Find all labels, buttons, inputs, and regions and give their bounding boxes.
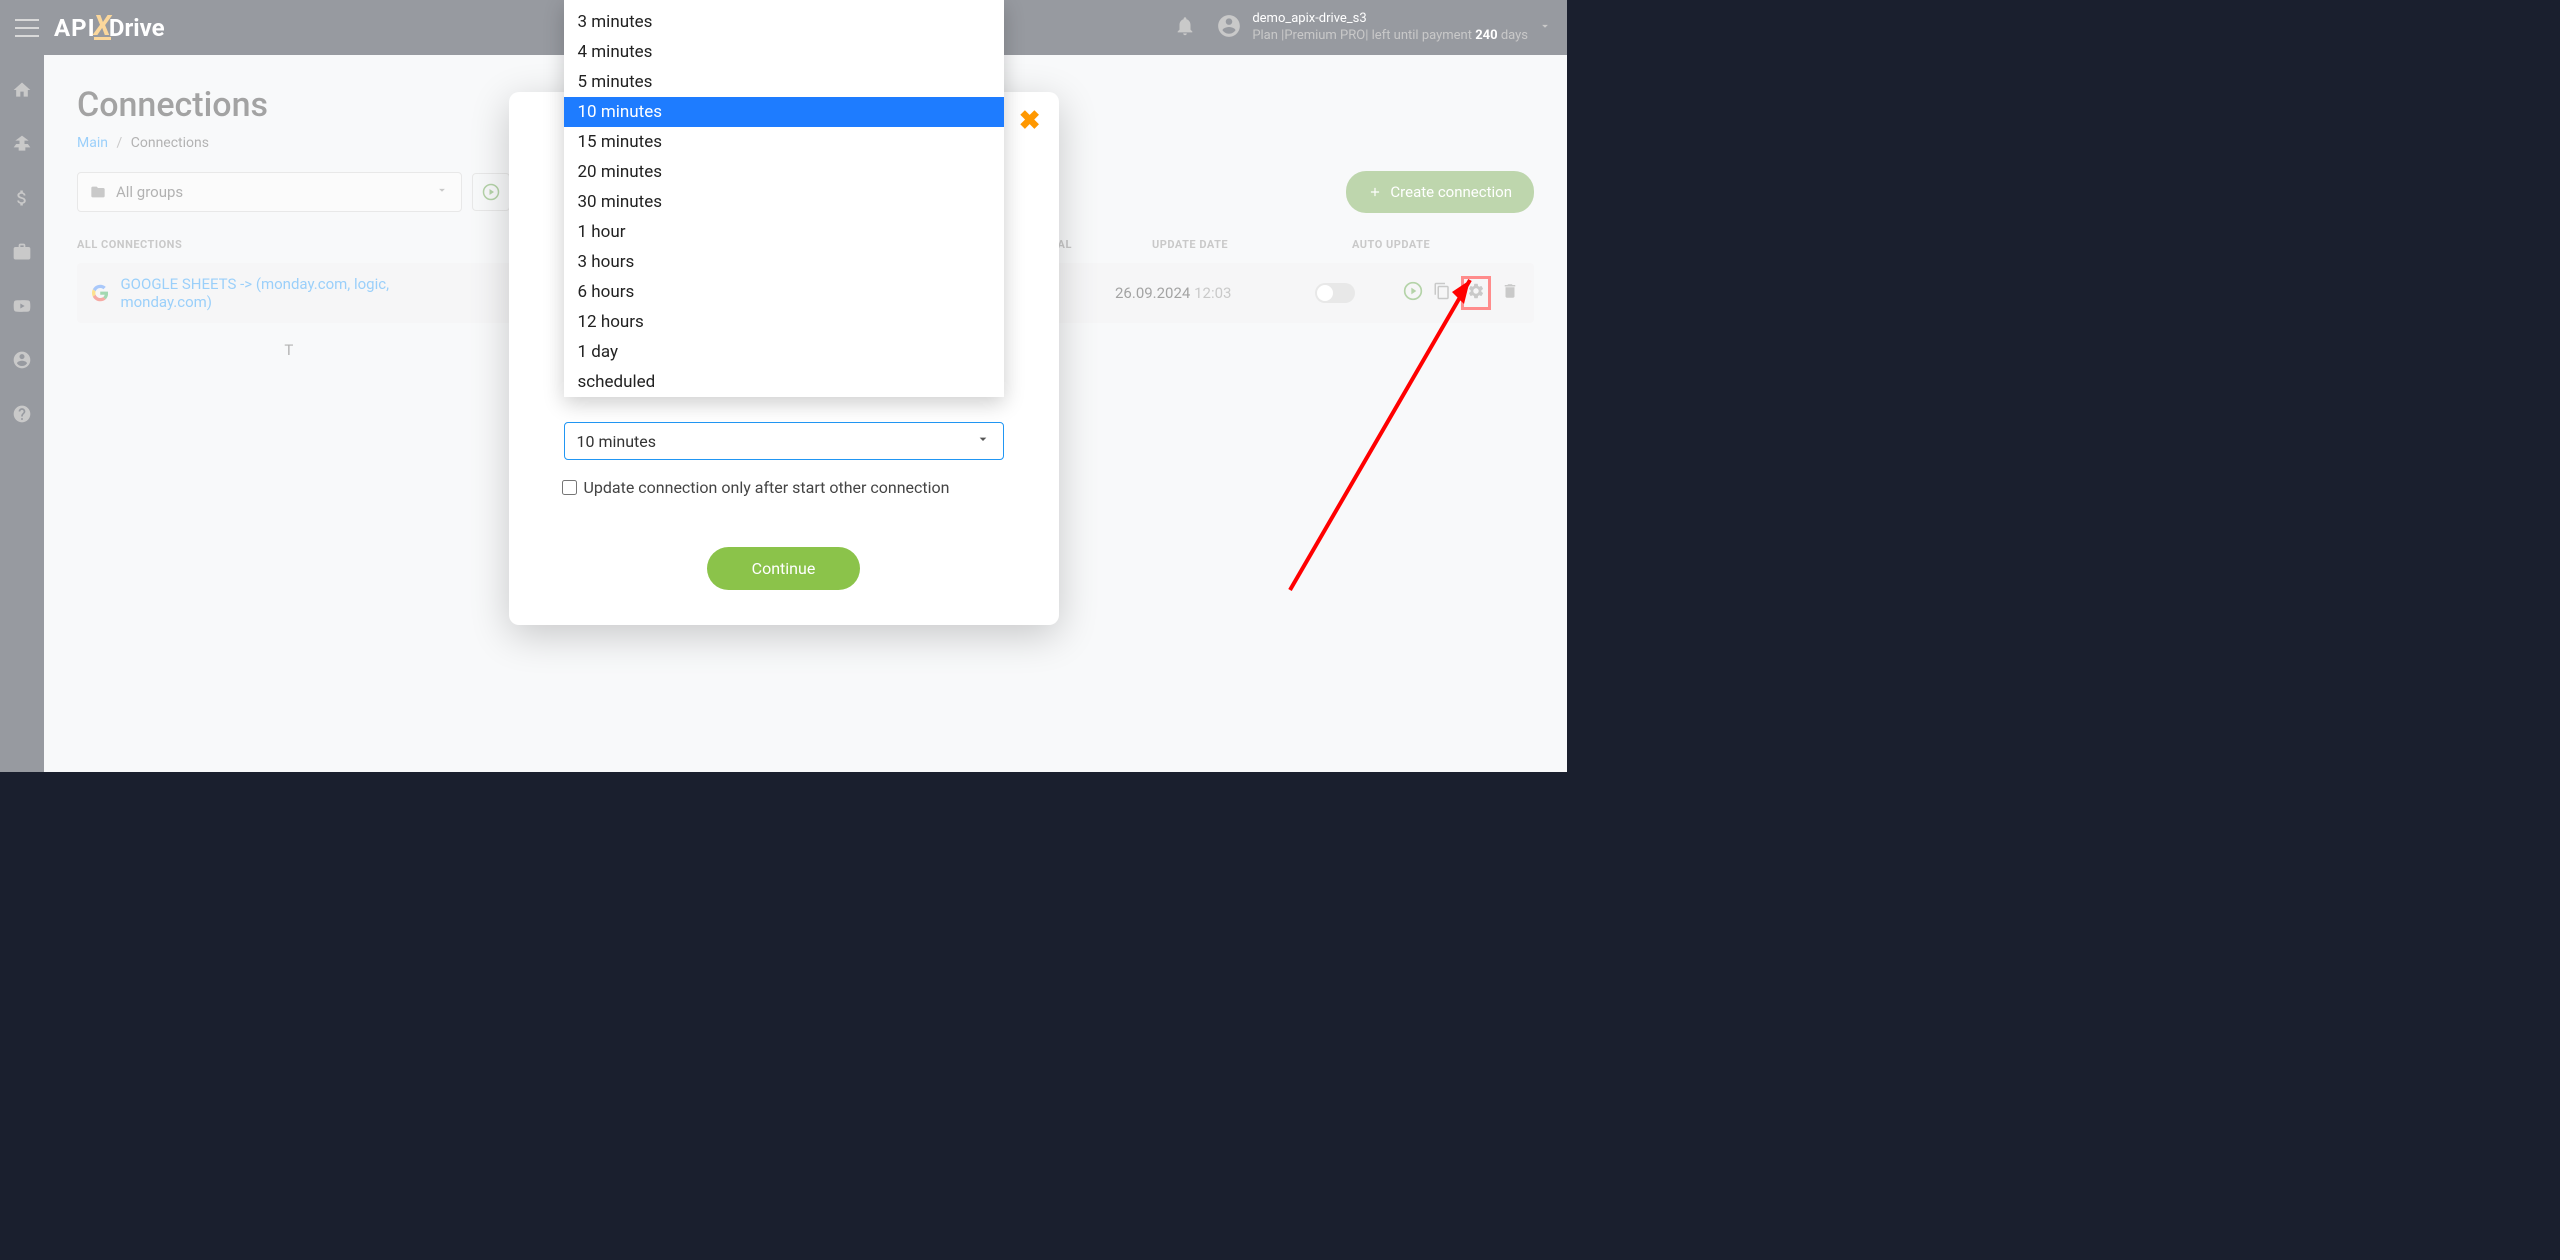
interval-dropdown: 2 minutes3 minutes4 minutes5 minutes10 m… [564, 0, 1004, 397]
dropdown-item[interactable]: 30 minutes [564, 187, 1004, 217]
chevron-down-icon [975, 431, 991, 451]
close-icon[interactable]: ✖ [1019, 106, 1041, 136]
dropdown-item[interactable]: 1 hour [564, 217, 1004, 247]
dropdown-item[interactable]: 2 minutes [564, 0, 1004, 7]
interval-selected-label: 10 minutes [577, 432, 657, 451]
checkbox-label: Update connection only after start other… [584, 478, 950, 497]
dropdown-item[interactable]: 10 minutes [564, 97, 1004, 127]
interval-select[interactable]: 10 minutes [564, 422, 1004, 460]
dropdown-item[interactable]: 3 minutes [564, 7, 1004, 37]
dropdown-item[interactable]: 15 minutes [564, 127, 1004, 157]
dropdown-item[interactable]: 4 minutes [564, 37, 1004, 67]
dropdown-item[interactable]: 6 hours [564, 277, 1004, 307]
update-after-checkbox[interactable]: Update connection only after start other… [562, 478, 1004, 497]
continue-button[interactable]: Continue [707, 547, 861, 590]
dropdown-item[interactable]: 20 minutes [564, 157, 1004, 187]
dropdown-item[interactable]: scheduled [564, 367, 1004, 397]
dropdown-item[interactable]: 5 minutes [564, 67, 1004, 97]
dropdown-item[interactable]: 3 hours [564, 247, 1004, 277]
dropdown-item[interactable]: 12 hours [564, 307, 1004, 337]
dropdown-item[interactable]: 1 day [564, 337, 1004, 367]
checkbox-input[interactable] [562, 480, 577, 495]
